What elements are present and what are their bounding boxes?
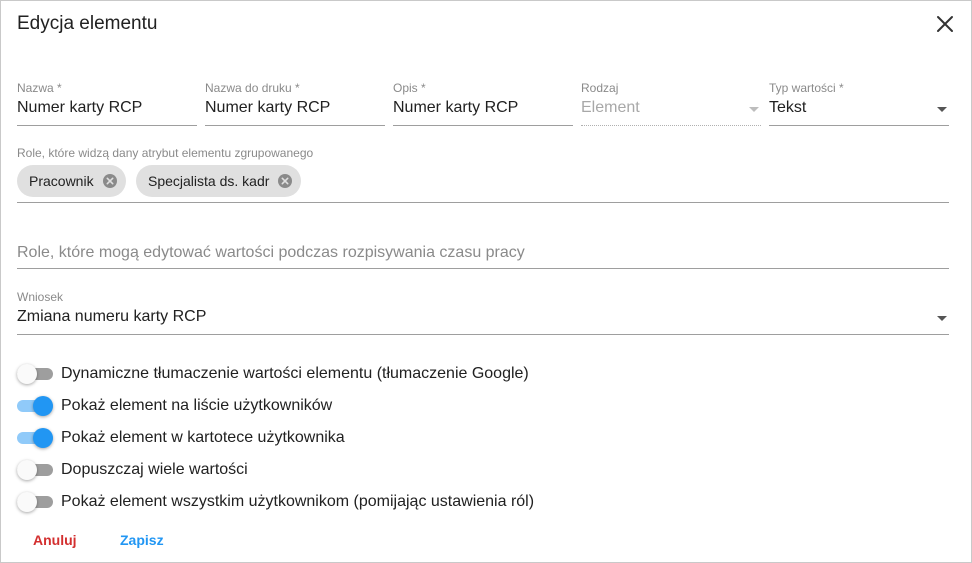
role-chip-specjalista[interactable]: Specjalista ds. kadr <box>136 165 302 197</box>
toggle-switch[interactable] <box>17 458 53 482</box>
description-field[interactable]: Opis * Numer karty RCP <box>393 81 573 126</box>
toggle-label: Pokaż element w kartotece użytkownika <box>61 429 345 446</box>
edit-element-dialog: Edycja elementu Nazwa * Numer karty RCP … <box>0 0 972 563</box>
description-input[interactable]: Numer karty RCP <box>393 99 518 117</box>
print-name-underline <box>205 125 385 126</box>
toggle-switch[interactable] <box>17 426 53 450</box>
request-label: Wniosek <box>17 290 64 304</box>
kind-select: Rodzaj Element <box>581 81 761 126</box>
print-name-input[interactable]: Numer karty RCP <box>205 99 330 117</box>
remove-chip-icon[interactable] <box>102 173 118 189</box>
close-icon[interactable] <box>935 14 955 34</box>
print-name-label: Nazwa do druku * <box>205 81 300 95</box>
kind-label: Rodzaj <box>581 81 619 95</box>
value-type-select[interactable]: Typ wartości * Tekst <box>769 81 949 126</box>
kind-value: Element <box>581 99 640 116</box>
name-input[interactable]: Numer karty RCP <box>17 99 142 117</box>
request-value[interactable]: Zmiana numeru karty RCP <box>17 308 206 326</box>
chevron-down-icon[interactable] <box>937 316 947 321</box>
toggle-switch[interactable] <box>17 490 53 514</box>
toggle-label: Dynamiczne tłumaczenie wartości elementu… <box>61 365 529 382</box>
description-underline <box>393 125 573 126</box>
toggle-allow-multiple-values[interactable]: Dopuszczaj wiele wartości <box>17 458 248 482</box>
name-underline <box>17 125 197 126</box>
request-underline <box>17 334 949 335</box>
cancel-button[interactable]: Anuluj <box>33 532 77 548</box>
value-type-label: Typ wartości * <box>769 81 844 95</box>
edit-roles-input[interactable]: Role, które mogą edytować wartości podcz… <box>17 244 525 262</box>
chevron-down-icon <box>749 107 759 112</box>
dialog-title: Edycja elementu <box>17 13 158 34</box>
toggle-label: Dopuszczaj wiele wartości <box>61 461 248 478</box>
value-type-underline <box>769 125 949 126</box>
toggle-label: Pokaż element wszystkim użytkownikom (po… <box>61 493 535 510</box>
chip-label: Specjalista ds. kadr <box>148 173 270 189</box>
remove-chip-icon[interactable] <box>277 173 293 189</box>
toggle-switch[interactable] <box>17 394 53 418</box>
value-type-value[interactable]: Tekst <box>769 99 806 117</box>
toggle-switch[interactable] <box>17 362 53 386</box>
toggle-show-in-user-file[interactable]: Pokaż element w kartotece użytkownika <box>17 426 345 450</box>
toggle-dynamic-translation[interactable]: Dynamiczne tłumaczenie wartości elementu… <box>17 362 529 386</box>
role-chip-pracownik[interactable]: Pracownik <box>17 165 126 197</box>
request-select[interactable]: Wniosek Zmiana numeru karty RCP <box>17 290 949 335</box>
toggle-label: Pokaż element na liście użytkowników <box>61 397 333 414</box>
chip-label: Pracownik <box>29 173 94 189</box>
view-roles-underline <box>17 202 949 203</box>
toggle-show-in-user-list[interactable]: Pokaż element na liście użytkowników <box>17 394 332 418</box>
save-button[interactable]: Zapisz <box>120 532 164 548</box>
description-label: Opis * <box>393 81 426 95</box>
chevron-down-icon[interactable] <box>937 107 947 112</box>
name-label: Nazwa * <box>17 81 62 95</box>
print-name-field[interactable]: Nazwa do druku * Numer karty RCP <box>205 81 385 126</box>
name-field[interactable]: Nazwa * Numer karty RCP <box>17 81 197 126</box>
toggle-show-to-all-users[interactable]: Pokaż element wszystkim użytkownikom (po… <box>17 490 534 514</box>
edit-roles-underline <box>17 268 949 269</box>
kind-underline <box>581 125 761 126</box>
view-roles-label: Role, które widzą dany atrybut elementu … <box>17 146 314 160</box>
